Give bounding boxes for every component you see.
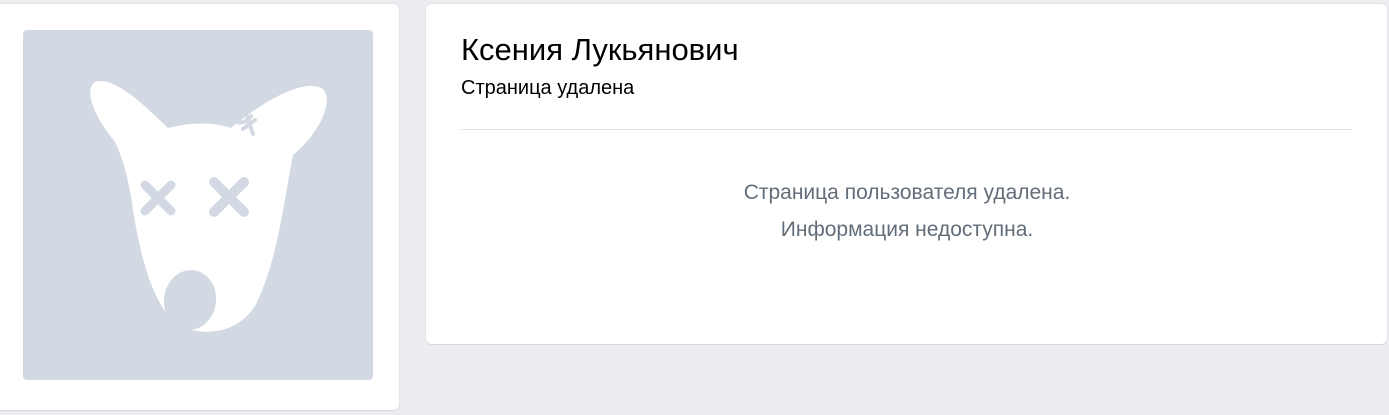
profile-page: Ксения Лукьянович Страница удалена Стран… — [0, 0, 1389, 415]
deleted-dog-icon — [90, 80, 327, 332]
avatar-card — [0, 4, 399, 410]
profile-info-card: Ксения Лукьянович Страница удалена Стран… — [426, 4, 1387, 344]
deleted-notice-line-2: Информация недоступна. — [780, 218, 1034, 241]
profile-status: Страница удалена — [461, 77, 635, 99]
profile-name: Ксения Лукьянович — [461, 32, 739, 67]
deleted-notice-line-1: Страница пользователя удалена. — [743, 181, 1071, 204]
avatar[interactable] — [23, 30, 373, 380]
divider — [461, 129, 1353, 130]
deleted-notice: Страница пользователя удалена. Информаци… — [461, 174, 1353, 248]
